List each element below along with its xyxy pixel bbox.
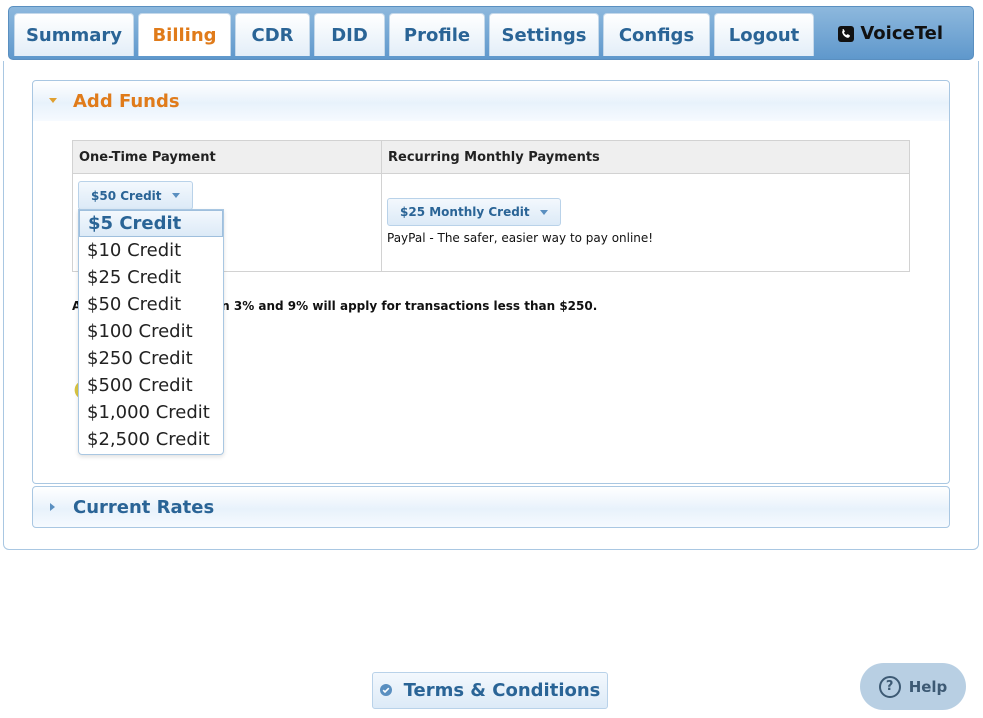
option-50-credit[interactable]: $50 Credit [79, 291, 223, 318]
table-header-row: One-Time Payment Recurring Monthly Payme… [73, 141, 909, 174]
accordion-current-rates[interactable]: Current Rates [32, 486, 950, 528]
accordion-add-funds[interactable]: Add Funds [32, 80, 950, 122]
top-nav: Summary Billing CDR DID Profile Settings… [8, 6, 974, 60]
tab-profile[interactable]: Profile [389, 13, 485, 56]
fee-notice-text: between 3% and 9% will apply for transac… [167, 299, 598, 313]
triangle-right-icon [33, 503, 73, 511]
column-header-recurring: Recurring Monthly Payments [388, 150, 600, 165]
option-500-credit[interactable]: $500 Credit [79, 372, 223, 399]
terms-conditions-button[interactable]: Terms & Conditions [372, 672, 608, 709]
paypal-tagline: PayPal - The safer, easier way to pay on… [387, 231, 654, 245]
option-2500-credit[interactable]: $2,500 Credit [79, 426, 223, 453]
phone-icon [838, 25, 855, 42]
option-5-credit[interactable]: $5 Credit [79, 210, 223, 237]
brand-logo: VoiceTel [838, 23, 943, 44]
question-circle-icon: ? [878, 675, 901, 698]
help-button[interactable]: ? Help [860, 663, 966, 710]
check-circle-icon [379, 680, 392, 701]
terms-label: Terms & Conditions [403, 680, 601, 701]
monthly-selected-value: $25 Monthly Credit [400, 205, 530, 219]
column-divider [381, 141, 382, 271]
tab-settings[interactable]: Settings [489, 13, 599, 56]
tab-cdr[interactable]: CDR [235, 13, 310, 56]
chevron-down-icon [171, 193, 180, 198]
option-100-credit[interactable]: $100 Credit [79, 318, 223, 345]
one-time-selected-value: $50 Credit [91, 188, 162, 203]
credit-options-list[interactable]: $5 Credit $10 Credit $25 Credit $50 Cred… [78, 209, 224, 455]
tab-logout[interactable]: Logout [714, 13, 814, 56]
brand-name: VoiceTel [860, 23, 943, 44]
option-1000-credit[interactable]: $1,000 Credit [79, 399, 223, 426]
option-25-credit[interactable]: $25 Credit [79, 264, 223, 291]
help-label: Help [908, 677, 948, 696]
accordion-title: Add Funds [73, 90, 180, 112]
triangle-down-icon [33, 98, 73, 104]
monthly-credit-select[interactable]: $25 Monthly Credit [387, 198, 561, 226]
tab-summary[interactable]: Summary [14, 13, 134, 56]
tab-did[interactable]: DID [314, 13, 385, 56]
option-10-credit[interactable]: $10 Credit [79, 237, 223, 264]
accordion-title: Current Rates [73, 496, 215, 518]
chevron-down-icon [539, 209, 548, 215]
one-time-credit-select[interactable]: $50 Credit [78, 181, 193, 210]
tab-configs[interactable]: Configs [603, 13, 710, 56]
option-250-credit[interactable]: $250 Credit [79, 345, 223, 372]
tab-billing[interactable]: Billing [138, 13, 231, 56]
column-header-one-time: One-Time Payment [79, 150, 216, 165]
